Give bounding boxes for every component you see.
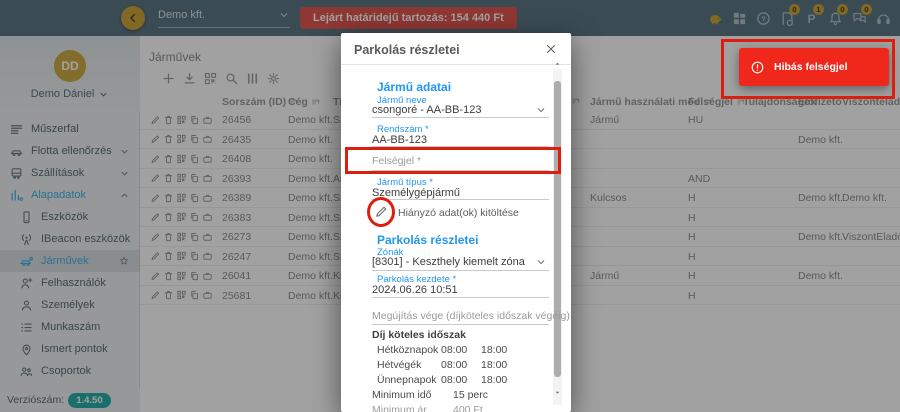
fee-to-value: 18:00 — [481, 344, 507, 356]
fee-from-value: 08:00 — [441, 359, 467, 371]
parking-details-modal: Parkolás részletei Jármű adatai Jármű ne… — [341, 33, 571, 412]
renew-end-input-empty[interactable]: Megújítás vége (díjköteles időszak végéi… — [372, 310, 570, 322]
field-underline — [372, 199, 549, 200]
field-underline — [372, 324, 549, 325]
fee-period-title: Díj köteles időszak — [372, 329, 466, 341]
zones-select[interactable]: [8301] - Keszthely kiemelt zóna — [372, 256, 525, 268]
field-underline — [372, 270, 549, 271]
vehicle-name-select[interactable]: csongoré - AA-BB-123 — [372, 104, 481, 116]
section-vehicle-heading: Jármű adatai — [377, 80, 451, 94]
app-screen: Demo kft. Lejárt határidejű tartozás: 15… — [0, 0, 900, 412]
toast-message: Hibás felségjel — [774, 61, 848, 73]
fee-to-value: 18:00 — [481, 359, 507, 371]
chevron-down-icon — [535, 104, 547, 116]
section-parking-heading: Parkolás részletei — [377, 233, 478, 247]
field-underline — [372, 170, 549, 171]
partial-row-label: Minimum ár — [372, 404, 427, 412]
fee-from-value: 08:00 — [441, 374, 467, 386]
fee-day-label: Hétköznapok — [377, 344, 438, 356]
field-underline — [372, 297, 549, 298]
field-underline — [372, 146, 549, 147]
plate-input[interactable]: AA-BB-123 — [372, 134, 427, 146]
min-time-value: 15 perc — [453, 389, 488, 401]
scroll-up-icon[interactable] — [553, 59, 562, 68]
fill-missing-data-link[interactable]: Hiányzó adat(ok) kitöltése — [398, 207, 519, 219]
chevron-down-icon — [535, 256, 547, 268]
fee-day-label: Hétvégék — [377, 359, 421, 371]
parking-start-input[interactable]: 2024.06.26 10:51 — [372, 284, 458, 296]
divider — [341, 64, 571, 65]
error-toast: Hibás felségjel — [739, 48, 889, 86]
fee-day-label: Ünnepnapok — [377, 374, 437, 386]
close-icon[interactable] — [544, 42, 558, 56]
scrollbar-thumb[interactable] — [554, 81, 561, 377]
field-underline — [372, 117, 549, 118]
scroll-down-icon[interactable] — [553, 388, 562, 397]
fee-to-value: 18:00 — [481, 374, 507, 386]
flag-input-empty[interactable]: Felségjel * — [372, 155, 421, 167]
modal-title: Parkolás részletei — [354, 43, 460, 57]
exclamation-icon — [750, 60, 765, 75]
edit-pencil-icon[interactable] — [374, 204, 389, 219]
partial-row-value: 400 Ft — [453, 404, 483, 412]
min-time-label: Minimum idő — [372, 389, 432, 401]
fee-from-value: 08:00 — [441, 344, 467, 356]
vehicle-type-input[interactable]: Személygépjármű — [372, 187, 460, 199]
